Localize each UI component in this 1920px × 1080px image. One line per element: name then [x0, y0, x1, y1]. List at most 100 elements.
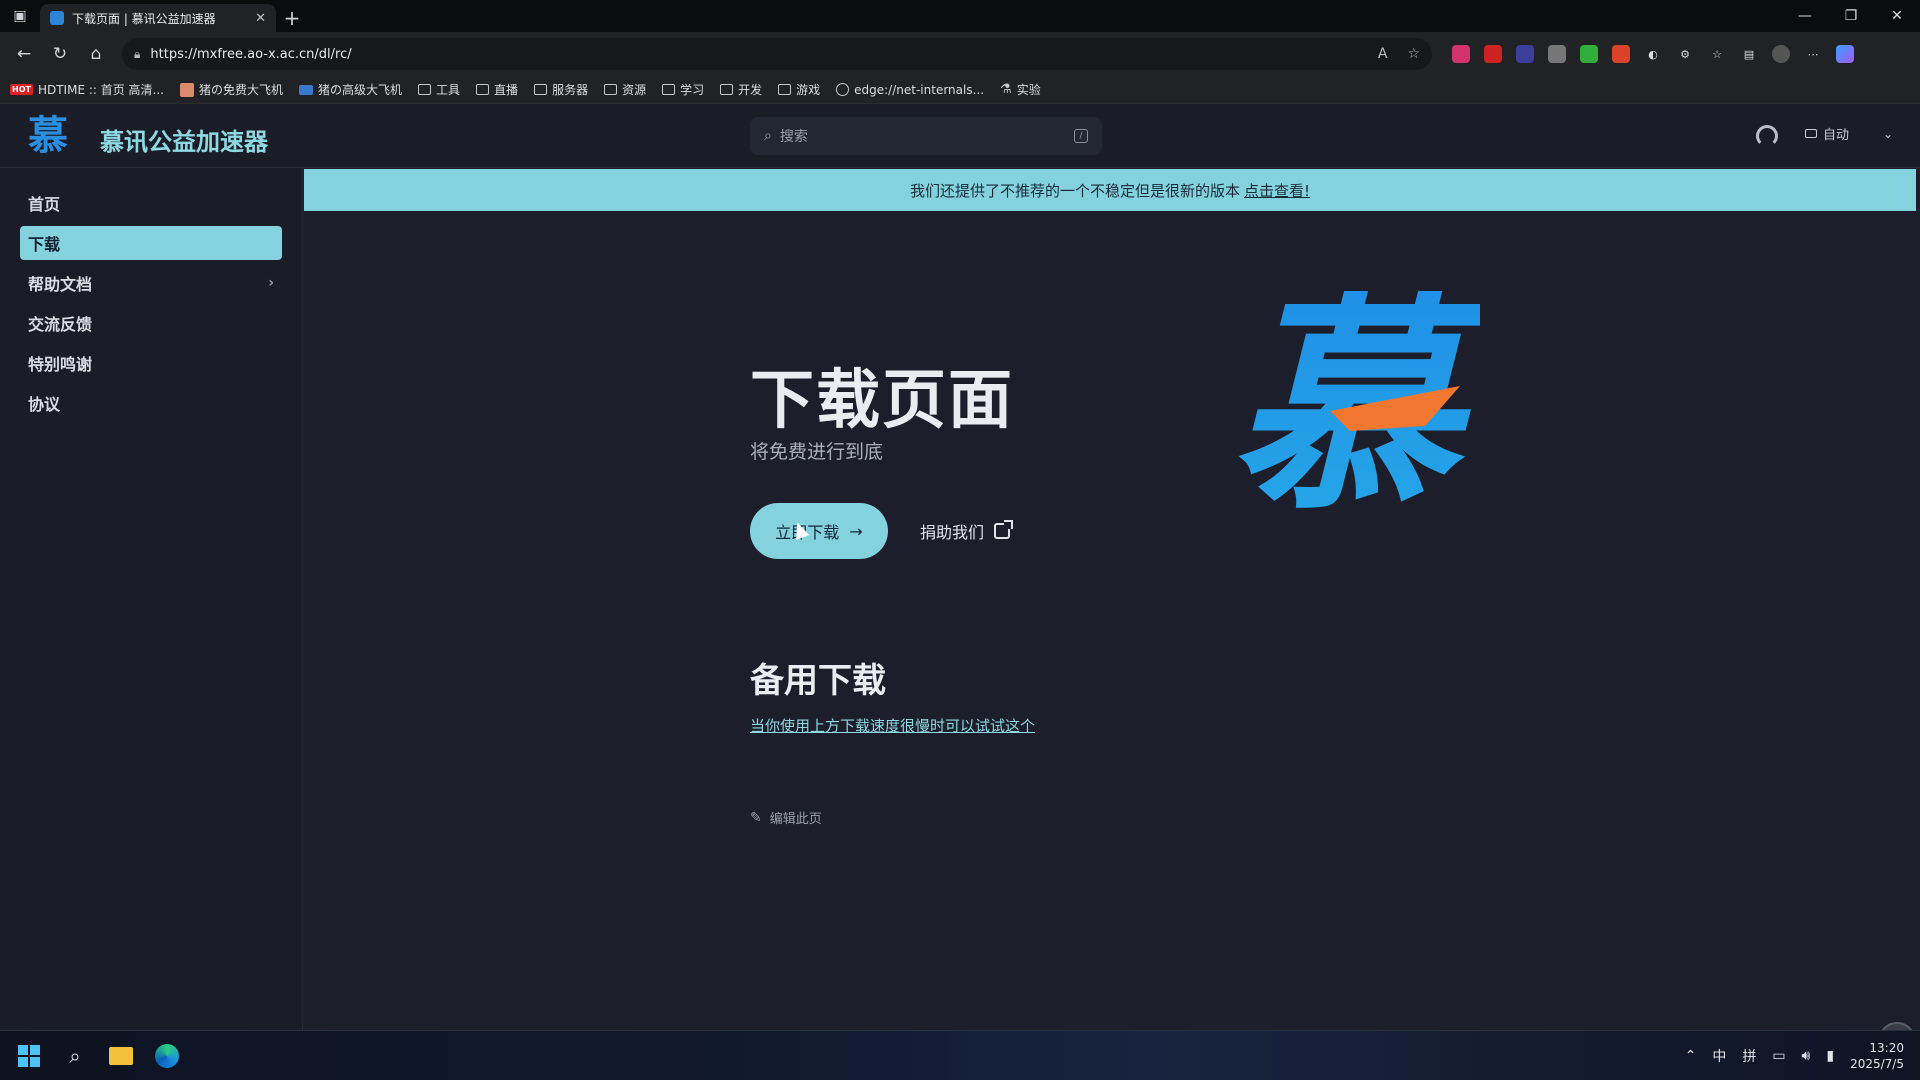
bookmarks-bar: HOT HDTIME :: 首页 高清... 猪の免费大飞机 猪の高级大飞机 工具… — [0, 76, 1920, 104]
arrow-right-icon: → — [849, 521, 863, 541]
profile-avatar-icon[interactable] — [1772, 45, 1790, 63]
extension-icon[interactable] — [1516, 45, 1534, 63]
theme-selector[interactable]: 自动 ⌄ — [1805, 124, 1893, 143]
home-icon[interactable]: ⌂ — [80, 38, 112, 70]
search-shortcut-icon: / — [1074, 129, 1088, 143]
url-text[interactable]: https://mxfree.ao-x.ac.cn/dl/rc/ — [150, 47, 1357, 62]
address-bar[interactable]: 🔒︎ https://mxfree.ao-x.ac.cn/dl/rc/ A ☆ — [122, 38, 1432, 70]
bookmark-folder[interactable]: 资源 — [604, 81, 646, 98]
github-icon[interactable] — [1756, 125, 1778, 147]
favorites-icon[interactable]: ☆ — [1708, 45, 1726, 63]
alt-download-link[interactable]: 当你使用上方下载速度很慢时可以试试这个 — [750, 715, 1035, 736]
alt-download-title: 备用下载 — [750, 661, 886, 701]
main-content: 下载页面 将免费进行到底 立即下载 → 捐助我们 慕 备用下载 当你使用上方下载… — [304, 211, 1916, 1030]
bookmark-item[interactable]: 猪の免费大飞机 — [180, 81, 283, 98]
minimize-icon[interactable]: — — [1782, 8, 1828, 24]
sidebar: 首页 下载 帮助文档 › 交流反馈 特别鸣谢 协议 — [0, 168, 303, 1030]
favorite-star-icon[interactable]: ☆ — [1407, 46, 1420, 62]
bookmark-item[interactable]: 猪の高级大飞机 — [299, 81, 402, 98]
site-navbar: 慕 慕讯公益加速器 ⌕ 搜索 / 自动 ⌄ — [0, 104, 1920, 168]
edit-page-link[interactable]: ✎ 编辑此页 — [750, 808, 822, 828]
sidebar-item-download[interactable]: 下载 — [20, 226, 282, 260]
chevron-up-icon[interactable]: ⌃ — [1685, 1048, 1697, 1064]
download-now-button[interactable]: 立即下载 → — [750, 503, 888, 559]
bookmark-folder[interactable]: 游戏 — [778, 81, 820, 98]
browser-tab-active[interactable]: 下载页面 | 慕讯公益加速器 ✕ — [40, 4, 276, 32]
clock[interactable]: 13:20 2025/7/5 — [1850, 1040, 1904, 1072]
bookmark-favicon — [180, 82, 194, 97]
system-tray: ⌃ 中 拼 ▭ 🔊︎ ▮ 13:20 2025/7/5 — [1685, 1040, 1904, 1072]
bookmark-folder[interactable]: 工具 — [418, 81, 460, 98]
theme-label: 自动 — [1823, 128, 1850, 143]
ime-indicator[interactable]: 中 — [1712, 1046, 1726, 1066]
extension-icon[interactable] — [1452, 45, 1470, 63]
tab-actions-icon[interactable]: ▣ — [0, 0, 40, 32]
sidebar-item-thanks[interactable]: 特别鸣谢 — [20, 346, 282, 380]
close-window-icon[interactable]: ✕ — [1874, 8, 1920, 24]
edge-browser-icon[interactable] — [154, 1043, 180, 1069]
windows-logo-icon — [18, 1044, 40, 1067]
extension-icon[interactable] — [1548, 45, 1566, 63]
extension-icon[interactable]: ◐ — [1644, 45, 1662, 63]
lock-icon[interactable]: 🔒︎ — [134, 47, 140, 62]
ime-mode-indicator[interactable]: 拼 — [1742, 1046, 1756, 1066]
site-logo[interactable]: 慕 — [28, 114, 68, 158]
bookmark-folder[interactable]: 学习 — [662, 81, 704, 98]
bookmark-folder[interactable]: 直播 — [476, 81, 518, 98]
extension-icon[interactable] — [1612, 45, 1630, 63]
folder-icon — [418, 84, 432, 95]
window-controls: — ❐ ✕ — [1782, 0, 1920, 32]
close-tab-icon[interactable]: ✕ — [255, 11, 266, 26]
extensions-puzzle-icon[interactable]: ⚙ — [1676, 45, 1694, 63]
network-icon[interactable]: ▭ — [1772, 1048, 1785, 1064]
tab-title: 下载页面 | 慕讯公益加速器 — [72, 11, 216, 26]
copilot-icon[interactable] — [1836, 45, 1854, 63]
folder-icon — [534, 84, 548, 95]
hot-icon: HOT — [10, 84, 33, 95]
flask-icon: ⚗ — [1000, 82, 1012, 97]
sidebar-item-home[interactable]: 首页 — [20, 186, 282, 220]
page-title: 下载页面 — [750, 364, 1014, 438]
page-subtitle: 将免费进行到底 — [750, 441, 884, 463]
start-button[interactable] — [16, 1043, 42, 1069]
folder-icon — [476, 84, 490, 95]
banner-link[interactable]: 点击查看! — [1244, 180, 1310, 201]
chevron-right-icon: › — [268, 275, 274, 291]
bookmark-folder[interactable]: 服务器 — [534, 81, 588, 98]
announcement-banner: 我们还提供了不推荐的一个不稳定但是很新的版本 点击查看! — [304, 169, 1916, 211]
bookmark-item[interactable]: HOT HDTIME :: 首页 高清... — [10, 81, 164, 98]
volume-icon[interactable]: 🔊︎ — [1802, 1048, 1811, 1064]
read-aloud-icon[interactable]: A — [1378, 46, 1388, 62]
bookmark-folder[interactable]: 开发 — [720, 81, 762, 98]
search-icon[interactable]: ⌕ — [62, 1043, 88, 1069]
folder-icon — [662, 84, 676, 95]
site-title[interactable]: 慕讯公益加速器 — [100, 122, 268, 157]
extension-icon[interactable] — [1484, 45, 1502, 63]
folder-icon — [778, 84, 792, 95]
bookmark-item[interactable]: edge://net-internals... — [836, 83, 984, 97]
sidebar-item-feedback[interactable]: 交流反馈 — [20, 306, 282, 340]
bookmark-item[interactable]: ⚗ 实验 — [1000, 81, 1041, 98]
external-link-icon — [994, 520, 1014, 539]
new-tab-button[interactable]: + — [276, 4, 308, 32]
more-menu-icon[interactable]: ⋯ — [1804, 45, 1822, 63]
battery-icon[interactable]: ▮ — [1826, 1048, 1834, 1064]
chevron-down-icon: ⌄ — [1883, 126, 1894, 141]
back-icon[interactable]: ← — [8, 38, 40, 70]
website: 慕 慕讯公益加速器 ⌕ 搜索 / 自动 ⌄ 首页 下载 帮助文档 › 交流反馈 特… — [0, 104, 1920, 1060]
collections-icon[interactable]: ▤ — [1740, 45, 1758, 63]
folder-icon — [720, 84, 734, 95]
pencil-icon: ✎ — [750, 809, 762, 826]
refresh-icon[interactable]: ↻ — [44, 38, 76, 70]
restore-icon[interactable]: ❐ — [1828, 8, 1874, 24]
browser-tab-bar: ▣ 下载页面 | 慕讯公益加速器 ✕ + — ❐ ✕ — [0, 0, 1920, 32]
extension-icon[interactable] — [1580, 45, 1598, 63]
globe-icon — [836, 83, 850, 96]
banner-text: 我们还提供了不推荐的一个不稳定但是很新的版本 — [909, 181, 1240, 200]
donate-button[interactable]: 捐助我们 — [920, 519, 1014, 543]
file-explorer-icon[interactable] — [108, 1043, 134, 1069]
sidebar-item-agreement[interactable]: 协议 — [20, 386, 282, 420]
search-input[interactable]: ⌕ 搜索 / — [750, 117, 1102, 155]
hero-logo: 慕 — [1230, 291, 1480, 521]
sidebar-item-docs[interactable]: 帮助文档 › — [20, 266, 282, 300]
